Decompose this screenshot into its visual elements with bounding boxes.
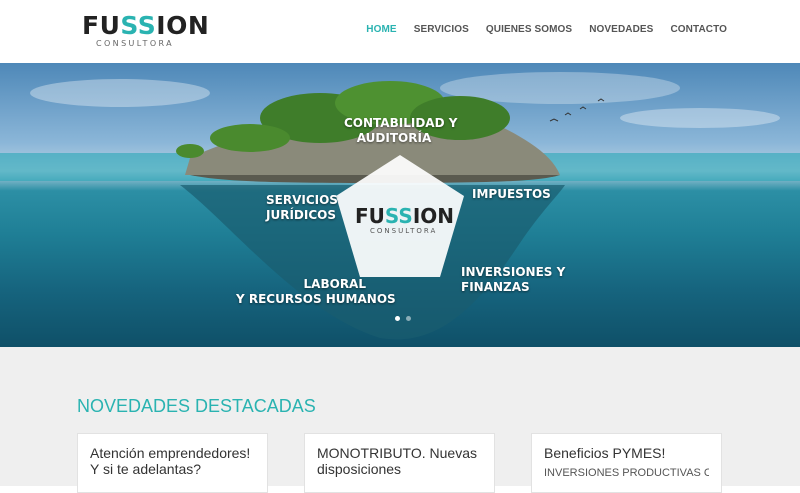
nav-servicios[interactable]: SERVICIOS: [414, 24, 469, 35]
nav-novedades[interactable]: NOVEDADES: [589, 24, 653, 35]
nav-home[interactable]: HOME: [366, 24, 396, 35]
hero-label-servicios-juridicos: SERVICIOS JURÍDICOS: [266, 193, 338, 222]
news-card-title[interactable]: Atención emprendedores! Y si te adelanta…: [90, 445, 255, 477]
site-logo[interactable]: FUSSION CONSULTORA: [82, 12, 209, 50]
news-card[interactable]: MONOTRIBUTO. Nuevas disposiciones: [304, 433, 495, 493]
nav-contacto[interactable]: CONTACTO: [670, 24, 727, 35]
news-card[interactable]: Beneficios PYMES! INVERSIONES PRODUCTIVA…: [531, 433, 722, 493]
logo-wordmark: FUSSION: [82, 11, 210, 40]
hero-label-impuestos: IMPUESTOS: [472, 187, 551, 201]
news-card-title[interactable]: Beneficios PYMES!: [544, 445, 709, 461]
news-card-title[interactable]: MONOTRIBUTO. Nuevas disposiciones: [317, 445, 482, 477]
slider-dot-2[interactable]: [406, 316, 411, 321]
news-card-excerpt: INVERSIONES PRODUCTIVAS Con: [544, 467, 709, 479]
hero-label-inversiones: INVERSIONES Y FINANZAS: [461, 265, 566, 294]
hero-center-logo: FUSSION CONSULTORA: [355, 205, 455, 245]
logo-tagline: CONSULTORA: [96, 39, 175, 48]
main-nav: HOME SERVICIOS QUIENES SOMOS NOVEDADES C…: [366, 24, 727, 35]
hero-label-laboral: LABORAL Y RECURSOS HUMANOS: [236, 277, 396, 306]
site-header: FUSSION CONSULTORA HOME SERVICIOS QUIENE…: [0, 0, 800, 63]
slider-dot-1[interactable]: [395, 316, 400, 321]
hero-slider[interactable]: CONTABILIDAD Y AUDITORÍA SERVICIOS JURÍD…: [0, 63, 800, 347]
news-card[interactable]: Atención emprendedores! Y si te adelanta…: [77, 433, 268, 493]
slider-pagination: [395, 316, 411, 321]
featured-news-section: NOVEDADES DESTACADAS Atención emprendedo…: [0, 347, 800, 493]
hero-logo-tagline: CONSULTORA: [370, 227, 438, 235]
hero-label-contabilidad: CONTABILIDAD Y AUDITORÍA: [344, 116, 458, 145]
section-title: NOVEDADES DESTACADAS: [77, 396, 316, 416]
nav-quienes-somos[interactable]: QUIENES SOMOS: [486, 24, 572, 35]
hero-logo-wordmark: FUSSION: [355, 204, 455, 228]
